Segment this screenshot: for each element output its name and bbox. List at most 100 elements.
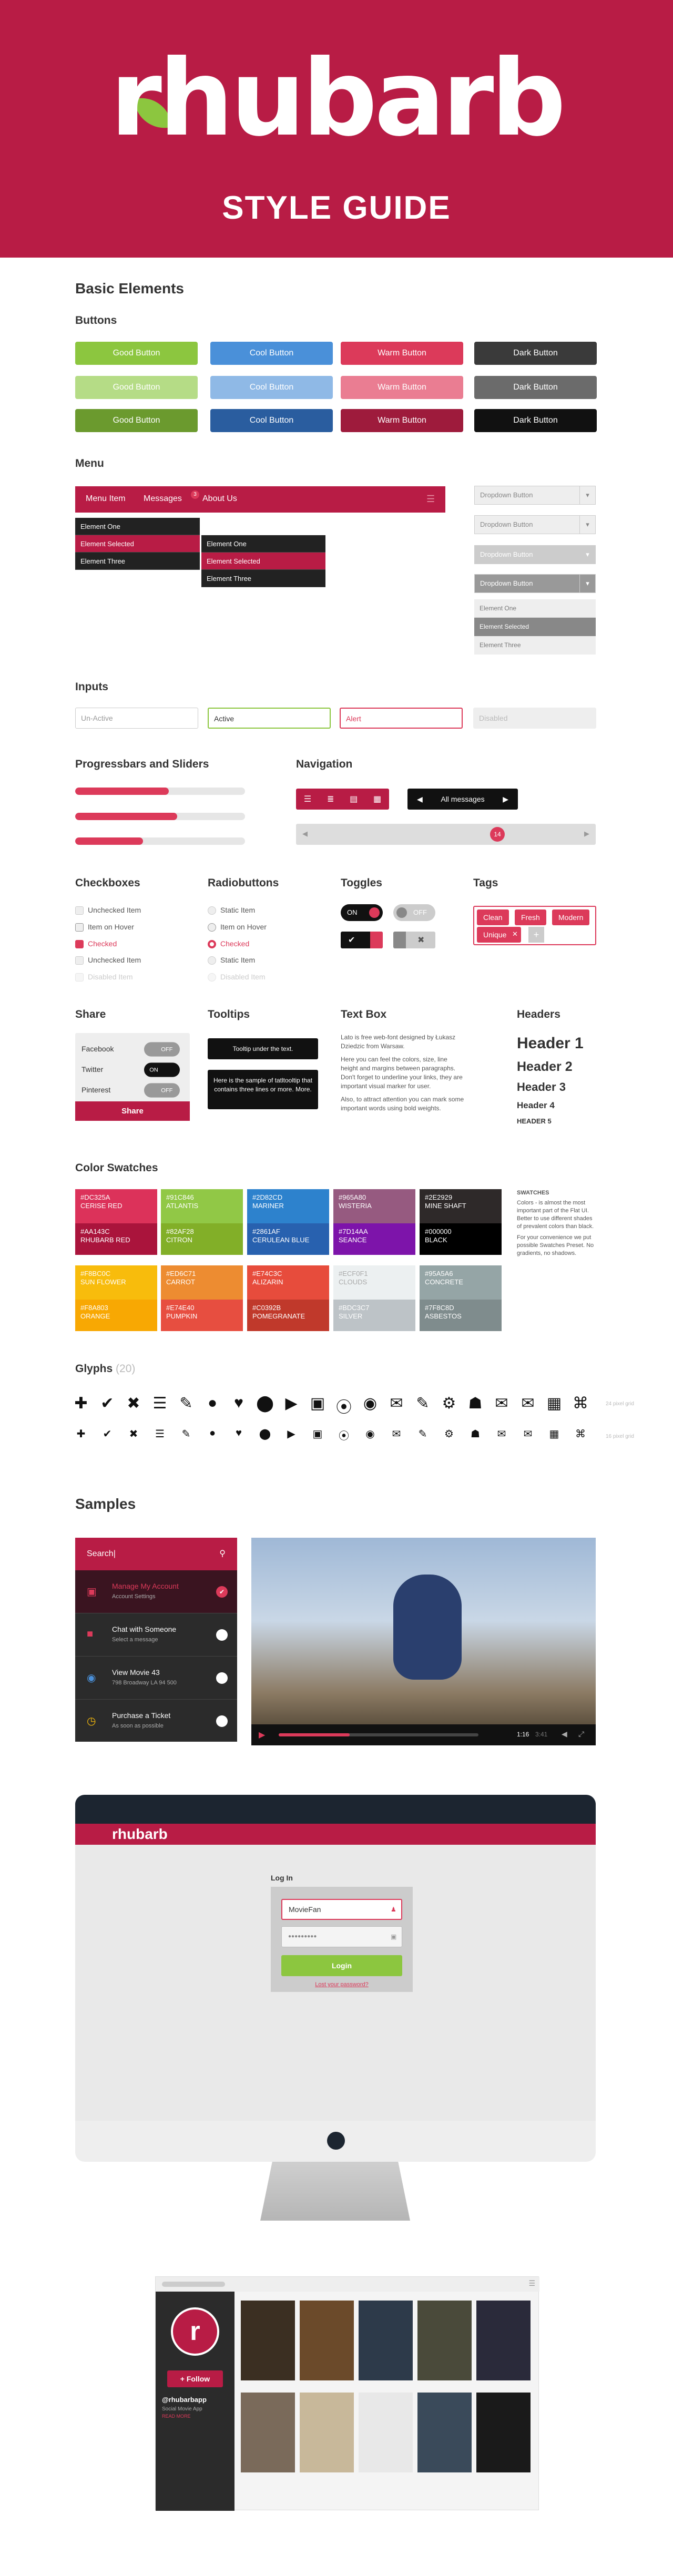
prev-page-icon[interactable]: ◀ bbox=[302, 830, 308, 838]
toggle-twitter[interactable]: ON bbox=[144, 1062, 180, 1077]
toggles-title: Toggles bbox=[341, 877, 382, 889]
list-item-ticket[interactable]: ◷ Purchase a Ticket As soon as possible bbox=[75, 1700, 237, 1742]
checkbox-item-hover[interactable]: Item on Hover bbox=[75, 923, 134, 932]
play-icon[interactable]: ▶ bbox=[259, 1730, 265, 1740]
dark-button-hover[interactable]: Dark Button bbox=[474, 376, 597, 399]
check-icon: ✔ bbox=[216, 1586, 228, 1598]
dark-button[interactable]: Dark Button bbox=[474, 342, 597, 365]
movie-poster[interactable] bbox=[241, 2393, 295, 2472]
toggle-pinterest[interactable]: OFF bbox=[144, 1083, 180, 1098]
volume-icon[interactable]: ◀ bbox=[562, 1730, 567, 1739]
movie-poster[interactable] bbox=[476, 2393, 531, 2472]
dropdown-item[interactable]: Element Three bbox=[75, 553, 200, 570]
list-item-chat[interactable]: ■ Chat with Someone Select a message bbox=[75, 1613, 237, 1657]
dropdown-button[interactable]: Dropdown Button ▾ bbox=[474, 515, 596, 534]
glyph-icon: ✚ bbox=[74, 1395, 88, 1412]
movie-poster[interactable] bbox=[359, 2301, 413, 2380]
cool-button-hover[interactable]: Cool Button bbox=[210, 376, 333, 399]
prev-arrow-icon[interactable]: ◀ bbox=[417, 789, 423, 810]
username-input[interactable]: MovieFan bbox=[281, 1899, 402, 1920]
current-page[interactable]: 14 bbox=[490, 827, 505, 842]
dropdown-button[interactable]: Dropdown Button ▾ bbox=[474, 486, 596, 505]
tag[interactable]: Fresh bbox=[515, 909, 546, 925]
detail-view-icon[interactable]: ≣ bbox=[327, 794, 334, 804]
video-progress[interactable] bbox=[279, 1733, 478, 1736]
dark-button-active[interactable]: Dark Button bbox=[474, 409, 597, 432]
menu-item-messages[interactable]: Messages bbox=[144, 494, 182, 504]
movie-poster[interactable] bbox=[300, 2393, 354, 2472]
dropdown-item[interactable]: Element Three bbox=[201, 570, 325, 587]
cool-button-active[interactable]: Cool Button bbox=[210, 409, 333, 432]
good-button-hover[interactable]: Good Button bbox=[75, 376, 198, 399]
slider[interactable] bbox=[75, 837, 245, 845]
input-active[interactable]: Active bbox=[208, 708, 331, 729]
follow-button[interactable]: + Follow bbox=[167, 2370, 223, 2387]
compact-view-icon[interactable]: ▤ bbox=[350, 794, 358, 804]
glyph-icon: ☰ bbox=[152, 1395, 167, 1412]
tag[interactable]: Clean bbox=[477, 909, 509, 925]
glyph-icon: ✖ bbox=[129, 1428, 138, 1440]
share-button[interactable]: Share bbox=[75, 1101, 190, 1121]
dropdown-item[interactable]: Element Three bbox=[474, 636, 596, 655]
add-tag-icon[interactable]: + bbox=[528, 927, 544, 943]
toggle-on[interactable]: ON bbox=[341, 904, 383, 921]
menu-icon[interactable]: ☰ bbox=[528, 2279, 535, 2288]
list-item-movie[interactable]: ◉ View Movie 43 798 Broadway LA 94 500 bbox=[75, 1657, 237, 1700]
warm-button-hover[interactable]: Warm Button bbox=[341, 376, 463, 399]
hamburger-icon[interactable]: ☰ bbox=[426, 494, 435, 505]
search-input[interactable]: Search| ⚲ bbox=[75, 1538, 237, 1570]
radio-item[interactable]: Static Item bbox=[208, 906, 255, 915]
check-toggle[interactable]: ✔ bbox=[341, 932, 383, 948]
dropdown-item-selected[interactable]: Element Selected bbox=[201, 553, 325, 570]
radio-item[interactable]: Static Item bbox=[208, 956, 255, 965]
warm-button[interactable]: Warm Button bbox=[341, 342, 463, 365]
radiobuttons-title: Radiobuttons bbox=[208, 877, 279, 889]
list-item-account[interactable]: ▣ Manage My Account Account Settings ✔ bbox=[75, 1570, 237, 1613]
menu-item[interactable]: Menu Item bbox=[86, 494, 126, 504]
login-button[interactable]: Login bbox=[281, 1955, 402, 1976]
dropdown-button-hover[interactable]: Dropdown Button ▾ bbox=[474, 545, 596, 564]
good-button[interactable]: Good Button bbox=[75, 342, 198, 365]
dropdown-item-selected[interactable]: Element Selected bbox=[75, 535, 200, 553]
share-title: Share bbox=[75, 1008, 106, 1020]
glyph-icon: ✎ bbox=[416, 1395, 430, 1412]
movie-poster[interactable] bbox=[417, 2393, 472, 2472]
movie-poster[interactable] bbox=[300, 2301, 354, 2380]
input-alert[interactable]: Alert bbox=[340, 708, 463, 729]
lost-password-link[interactable]: Lost your password? bbox=[271, 1981, 413, 1988]
read-more-link[interactable]: READ MORE bbox=[162, 2414, 191, 2419]
checkbox-item[interactable]: Unchecked Item bbox=[75, 906, 141, 915]
dropdown-item-selected[interactable]: Element Selected bbox=[474, 618, 596, 636]
tag[interactable]: Modern bbox=[552, 909, 590, 925]
dropdown-item[interactable]: Element One bbox=[75, 518, 200, 535]
list-view-icon[interactable]: ☰ bbox=[304, 794, 311, 804]
movie-poster[interactable] bbox=[476, 2301, 531, 2380]
good-button-active[interactable]: Good Button bbox=[75, 409, 198, 432]
remove-tag-icon[interactable]: ✕ bbox=[512, 930, 518, 938]
dropdown-item[interactable]: Element One bbox=[474, 599, 596, 618]
toggle-off[interactable]: OFF bbox=[393, 904, 435, 921]
next-arrow-icon[interactable]: ▶ bbox=[503, 789, 508, 810]
menu-item-about[interactable]: About Us bbox=[202, 494, 237, 504]
movie-poster[interactable] bbox=[359, 2393, 413, 2472]
password-input[interactable]: ●●●●●●●●● bbox=[281, 1926, 402, 1947]
toggle-facebook[interactable]: OFF bbox=[144, 1042, 180, 1057]
swatch-note: SWATCHES Colors - is almost the most imp… bbox=[517, 1190, 594, 1256]
checkbox-item-checked[interactable]: Checked bbox=[75, 939, 117, 949]
radio-item-hover[interactable]: Item on Hover bbox=[208, 923, 267, 932]
close-toggle[interactable]: ✖ bbox=[393, 932, 435, 948]
warm-button-active[interactable]: Warm Button bbox=[341, 409, 463, 432]
checkbox-item[interactable]: Unchecked Item bbox=[75, 956, 141, 965]
radio-item-checked[interactable]: Checked bbox=[208, 939, 249, 949]
video-player[interactable]: ▶ 1:16 3:41 ◀ ⤢ bbox=[251, 1538, 596, 1745]
fullscreen-icon[interactable]: ⤢ bbox=[578, 1730, 584, 1739]
tooltip: Tooltip under the text. bbox=[208, 1038, 318, 1059]
cool-button[interactable]: Cool Button bbox=[210, 342, 333, 365]
input-inactive[interactable]: Un-Active bbox=[75, 708, 198, 729]
movie-poster[interactable] bbox=[241, 2301, 295, 2380]
dropdown-item[interactable]: Element One bbox=[201, 535, 325, 553]
grid-view-icon[interactable]: ▦ bbox=[373, 794, 381, 804]
next-page-icon[interactable]: ▶ bbox=[584, 830, 589, 838]
movie-poster[interactable] bbox=[417, 2301, 472, 2380]
dropdown-button-open[interactable]: Dropdown Button ▾ bbox=[474, 574, 596, 593]
